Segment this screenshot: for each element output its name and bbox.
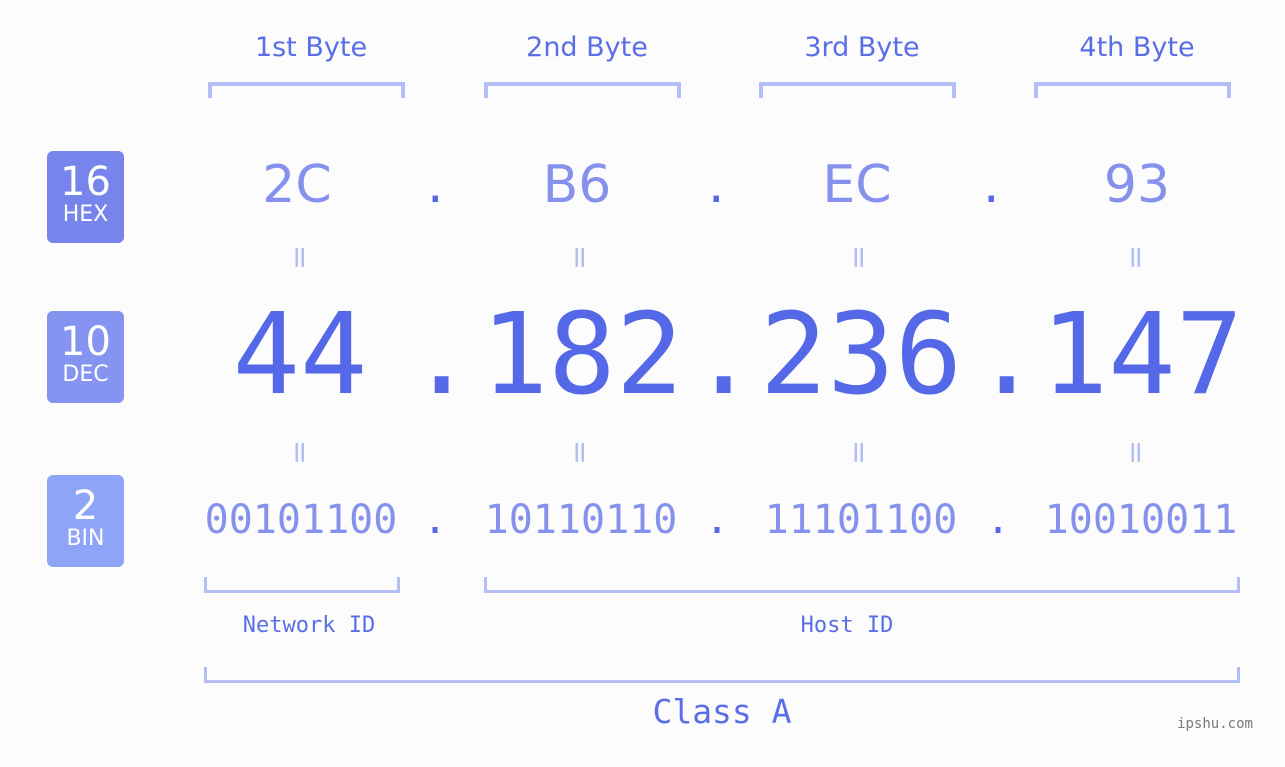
bin-byte-3: 11101100	[764, 497, 958, 543]
dec-byte-2: 182	[480, 290, 684, 420]
byte-label-1: 1st Byte	[254, 32, 368, 63]
byte-bracket-4	[1034, 82, 1231, 98]
dec-badge-number: 10	[60, 319, 111, 365]
hex-separator-3: .	[983, 155, 1000, 215]
hex-badge-number: 16	[60, 159, 111, 205]
hex-byte-3: EC	[822, 155, 892, 215]
hex-byte-2: B6	[542, 155, 612, 215]
equals-icon: =	[841, 439, 877, 466]
hex-byte-4: 93	[1103, 155, 1171, 215]
hex-separator-2: .	[708, 155, 725, 215]
bin-badge-label: BIN	[66, 526, 105, 551]
dec-byte-3: 236	[759, 290, 963, 420]
bin-byte-4: 10010011	[1044, 497, 1238, 543]
watermark: ipshu.com	[1177, 716, 1253, 732]
bin-separator-1: .	[422, 497, 448, 543]
bin-badge: 2 BIN	[47, 475, 124, 567]
bin-byte-2: 10110110	[484, 497, 678, 543]
dec-badge: 10 DEC	[47, 311, 124, 403]
bin-separator-3: .	[985, 497, 1011, 543]
equals-icon: =	[1118, 439, 1154, 466]
hex-separator-1: .	[427, 155, 444, 215]
byte-label-2: 2nd Byte	[526, 32, 648, 63]
bin-separator-2: .	[704, 497, 730, 543]
bin-badge-number: 2	[72, 483, 99, 529]
byte-bracket-3	[759, 82, 956, 98]
byte-bracket-2	[484, 82, 681, 98]
dec-byte-4: 147	[1040, 290, 1244, 420]
equals-icon: =	[562, 439, 598, 466]
dec-separator-1: .	[408, 290, 476, 420]
host-id-label: Host ID	[800, 613, 894, 638]
class-bracket	[204, 667, 1240, 683]
hex-byte-1: 2C	[262, 155, 332, 215]
ip-class-label: Class A	[652, 692, 792, 731]
byte-bracket-1	[208, 82, 405, 98]
equals-icon: =	[282, 439, 318, 466]
dec-badge-label: DEC	[62, 362, 109, 387]
bin-byte-1: 00101100	[204, 497, 398, 543]
dec-separator-3: .	[973, 290, 1041, 420]
byte-label-3: 3rd Byte	[804, 32, 920, 63]
network-id-bracket	[204, 577, 400, 593]
byte-label-4: 4th Byte	[1079, 32, 1195, 63]
equals-icon: =	[562, 244, 598, 271]
hex-badge-label: HEX	[62, 202, 109, 227]
equals-icon: =	[841, 244, 877, 271]
hex-badge: 16 HEX	[47, 151, 124, 243]
equals-icon: =	[1118, 244, 1154, 271]
dec-byte-1: 44	[232, 290, 368, 420]
host-id-bracket	[484, 577, 1240, 593]
equals-icon: =	[282, 244, 318, 271]
network-id-label: Network ID	[242, 613, 376, 638]
dec-separator-2: .	[690, 290, 758, 420]
